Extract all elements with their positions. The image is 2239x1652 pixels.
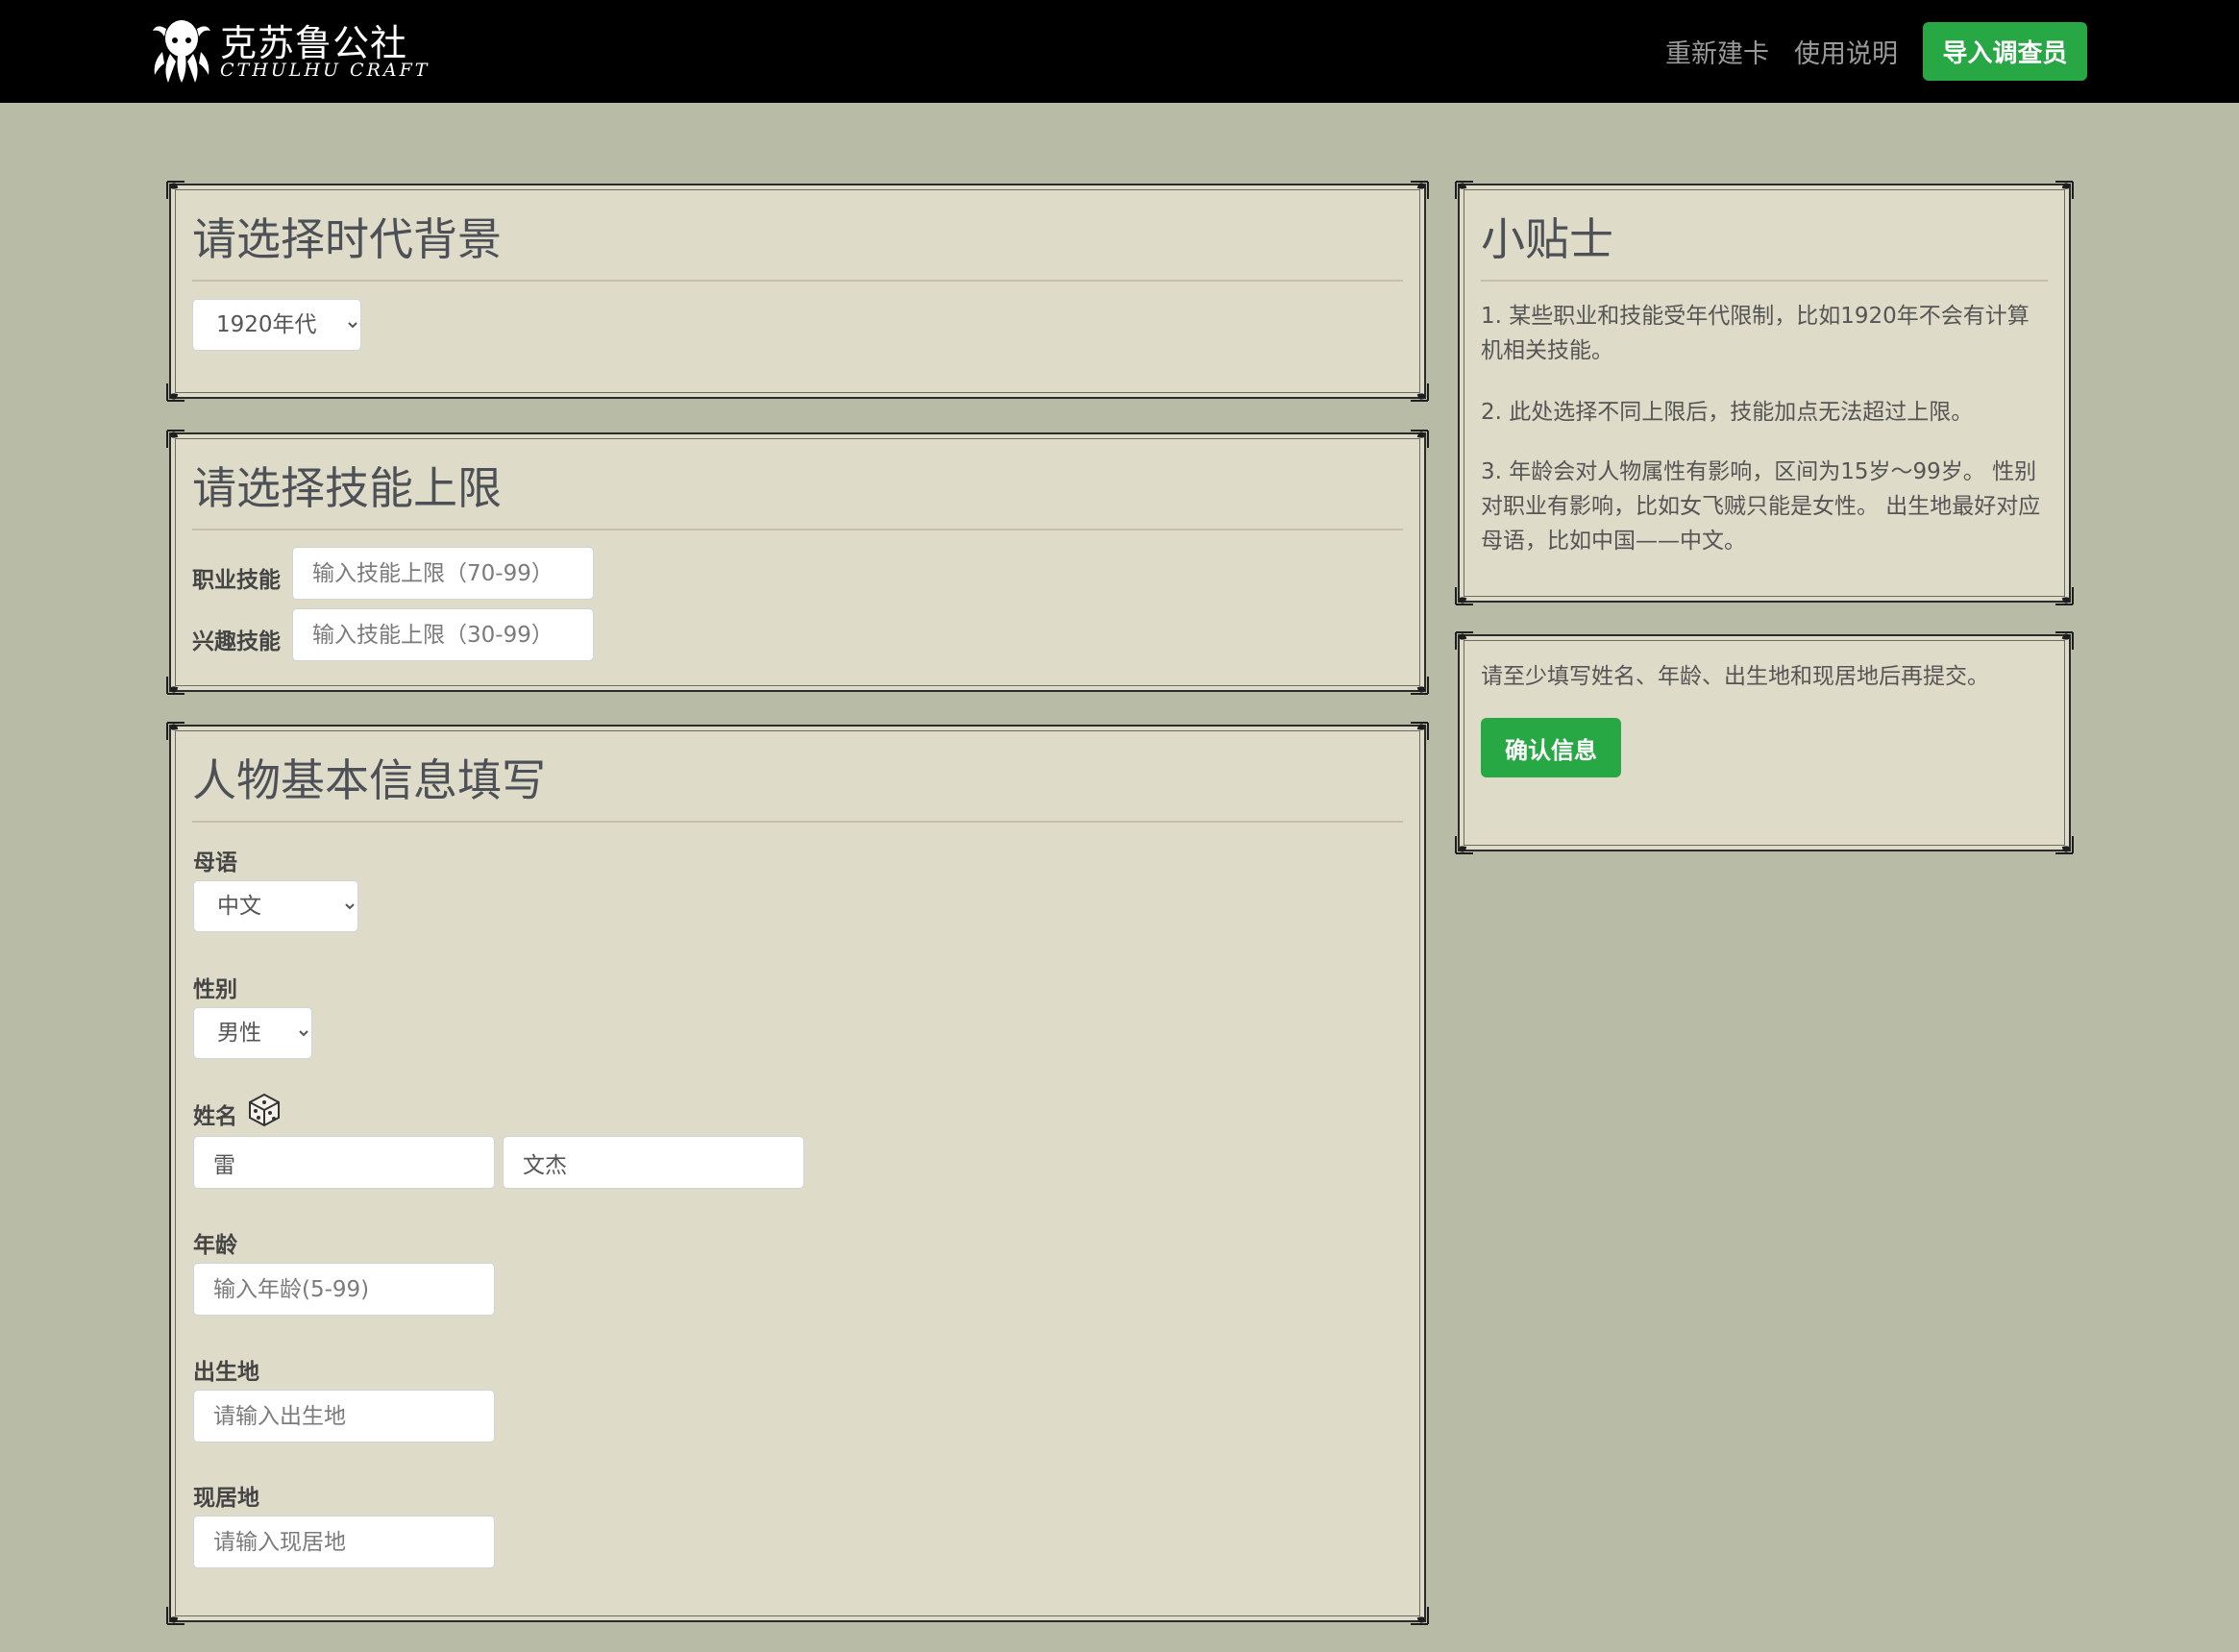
- info-panel-title: 人物基本信息填写: [192, 752, 1403, 823]
- tip-age-gender-birthplace: 3. 年龄会对人物属性有影响，区间为15岁～99岁。 性别对职业有影响，比如女飞…: [1481, 459, 2041, 554]
- instructions-link[interactable]: 使用说明: [1794, 33, 1898, 70]
- corner-ornament-icon: [1409, 382, 1430, 403]
- name-label: 姓名: [193, 1104, 237, 1129]
- corner-ornament-icon: [1454, 630, 1475, 652]
- corner-ornament-icon: [2054, 180, 2075, 201]
- surname-input[interactable]: [193, 1136, 495, 1189]
- corner-ornament-icon: [165, 675, 186, 696]
- age-label: 年龄: [193, 1233, 237, 1258]
- occupation-skill-label: 职业技能: [192, 568, 281, 593]
- nav-actions: 重新建卡 使用说明 导入调查员: [1665, 22, 2087, 81]
- tips-panel-title: 小贴士: [1481, 210, 2048, 282]
- skill-panel-title: 请选择技能上限: [192, 459, 1403, 530]
- cthulhu-logo-icon: [153, 20, 210, 83]
- given-name-input[interactable]: [503, 1136, 804, 1189]
- corner-ornament-icon: [165, 1605, 186, 1626]
- native-language-select[interactable]: 中文: [193, 880, 358, 932]
- confirm-notice: 请至少填写姓名、年龄、出生地和现居地后再提交。: [1481, 664, 1989, 689]
- corner-ornament-icon: [1409, 721, 1430, 742]
- corner-ornament-icon: [1454, 180, 1475, 201]
- brand-name-cn: 克苏鲁公社: [220, 22, 408, 64]
- corner-ornament-icon: [2054, 834, 2075, 855]
- tip-skill-limit: 2. 此处选择不同上限后，技能加点无法超过上限。: [1481, 400, 1974, 425]
- residence-label: 现居地: [193, 1486, 259, 1511]
- birthplace-input[interactable]: [193, 1390, 495, 1442]
- tip-era-restriction: 1. 某些职业和技能受年代限制，比如1920年不会有计算机相关技能。: [1481, 304, 2030, 363]
- corner-ornament-icon: [2054, 585, 2075, 606]
- occupation-skill-limit-input[interactable]: [292, 547, 594, 600]
- skill-limit-panel: 请选择技能上限 职业技能 兴趣技能: [166, 430, 1429, 695]
- corner-ornament-icon: [1409, 180, 1430, 201]
- brand-logo-link[interactable]: 克苏鲁公社 CTHULHU CRAFT: [149, 15, 430, 86]
- gender-label: 性别: [193, 977, 237, 1002]
- corner-ornament-icon: [1454, 585, 1475, 606]
- era-panel: 请选择时代背景 1920年代: [166, 181, 1429, 402]
- confirm-info-button[interactable]: 确认信息: [1481, 718, 1621, 777]
- corner-ornament-icon: [2054, 630, 2075, 652]
- residence-input[interactable]: [193, 1516, 495, 1568]
- corner-ornament-icon: [1409, 675, 1430, 696]
- import-investigator-button[interactable]: 导入调查员: [1923, 22, 2087, 81]
- confirm-panel: 请至少填写姓名、年龄、出生地和现居地后再提交。 确认信息: [1455, 631, 2074, 854]
- rebuild-card-link[interactable]: 重新建卡: [1665, 33, 1769, 70]
- interest-skill-limit-input[interactable]: [292, 608, 594, 661]
- brand-text: 克苏鲁公社 CTHULHU CRAFT: [220, 22, 430, 80]
- age-input[interactable]: [193, 1263, 495, 1316]
- corner-ornament-icon: [165, 721, 186, 742]
- corner-ornament-icon: [1409, 429, 1430, 450]
- basic-info-panel: 人物基本信息填写 母语 中文 性别 男性 姓名 年龄 出生地 现居地: [166, 722, 1429, 1625]
- corner-ornament-icon: [165, 382, 186, 403]
- birthplace-label: 出生地: [193, 1360, 259, 1385]
- era-panel-title: 请选择时代背景: [192, 210, 1403, 282]
- random-name-dice-icon[interactable]: [246, 1092, 283, 1128]
- gender-select[interactable]: 男性: [193, 1007, 312, 1059]
- native-language-label: 母语: [193, 851, 237, 875]
- corner-ornament-icon: [1454, 834, 1475, 855]
- brand-name-en: CTHULHU CRAFT: [220, 60, 431, 81]
- era-select[interactable]: 1920年代: [192, 299, 361, 351]
- tips-panel: 小贴士 1. 某些职业和技能受年代限制，比如1920年不会有计算机相关技能。 2…: [1455, 181, 2074, 605]
- top-navbar: 克苏鲁公社 CTHULHU CRAFT 重新建卡 使用说明 导入调查员: [0, 0, 2239, 103]
- corner-ornament-icon: [165, 429, 186, 450]
- corner-ornament-icon: [1409, 1605, 1430, 1626]
- interest-skill-label: 兴趣技能: [192, 629, 281, 654]
- corner-ornament-icon: [165, 180, 186, 201]
